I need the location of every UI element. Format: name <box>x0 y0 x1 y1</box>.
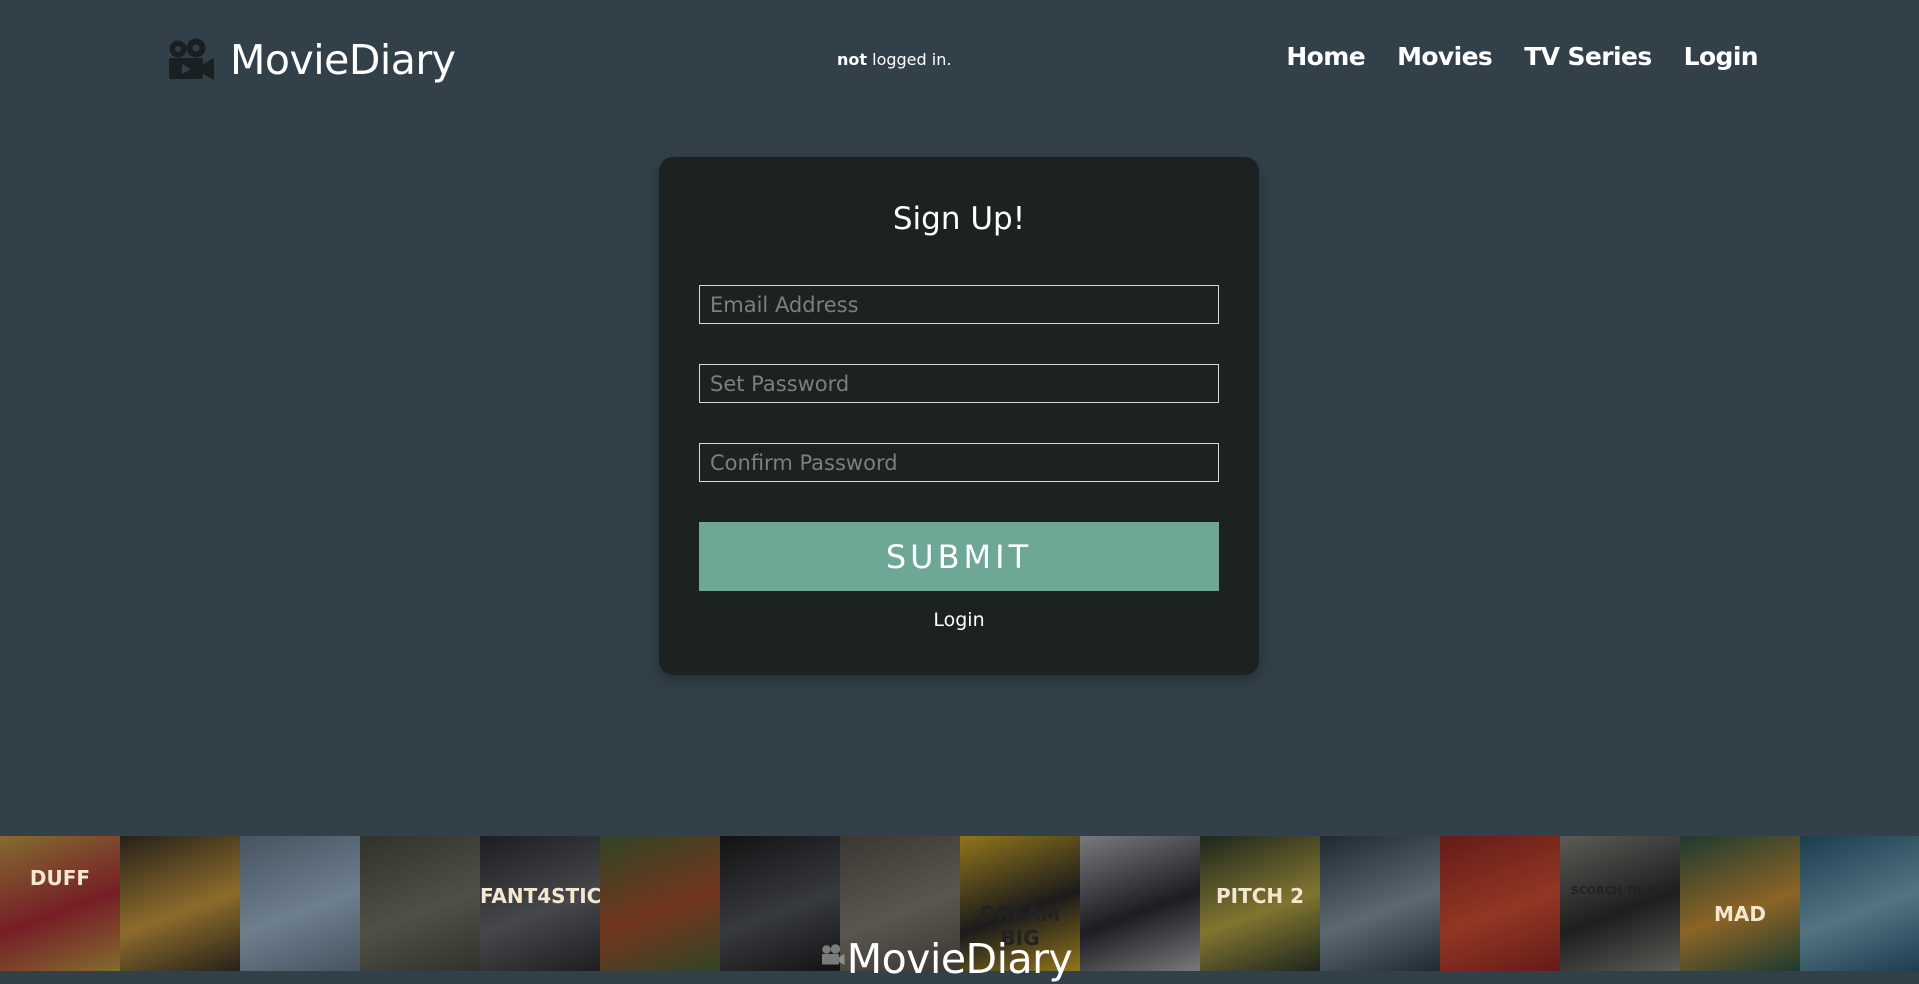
login-status-bold: not <box>837 50 868 69</box>
confirm-password-field[interactable] <box>699 443 1219 482</box>
top-header: MovieDiary not logged in. Home Movies TV… <box>0 0 1919 120</box>
login-status: not logged in. <box>837 50 951 69</box>
poster-title: SCORCH TRIALS <box>1570 884 1670 897</box>
brand-name: MovieDiary <box>230 36 456 84</box>
poster-title: FANT4STIC <box>480 884 600 908</box>
poster-title: PITCH 2 <box>1215 884 1305 908</box>
submit-button[interactable]: SUBMIT <box>699 522 1219 591</box>
main-nav: Home Movies TV Series Login <box>1286 42 1758 71</box>
nav-movies[interactable]: Movies <box>1397 42 1493 71</box>
poster-title: MAD <box>1714 902 1766 926</box>
nav-login[interactable]: Login <box>1684 42 1759 71</box>
nav-home[interactable]: Home <box>1286 42 1365 71</box>
nav-tv-series[interactable]: TV Series <box>1524 42 1652 71</box>
footer-brand-name: MovieDiary <box>846 935 1073 983</box>
email-field[interactable] <box>699 285 1219 324</box>
poster-title: DUFF <box>29 866 91 890</box>
signup-card: Sign Up! SUBMIT Login <box>659 157 1259 675</box>
brand-logo-link[interactable]: MovieDiary <box>166 36 456 84</box>
film-camera-icon <box>169 38 214 80</box>
login-link[interactable]: Login <box>659 609 1259 631</box>
signup-title: Sign Up! <box>892 201 1026 237</box>
login-status-text: logged in. <box>867 50 952 69</box>
set-password-field[interactable] <box>699 364 1219 403</box>
